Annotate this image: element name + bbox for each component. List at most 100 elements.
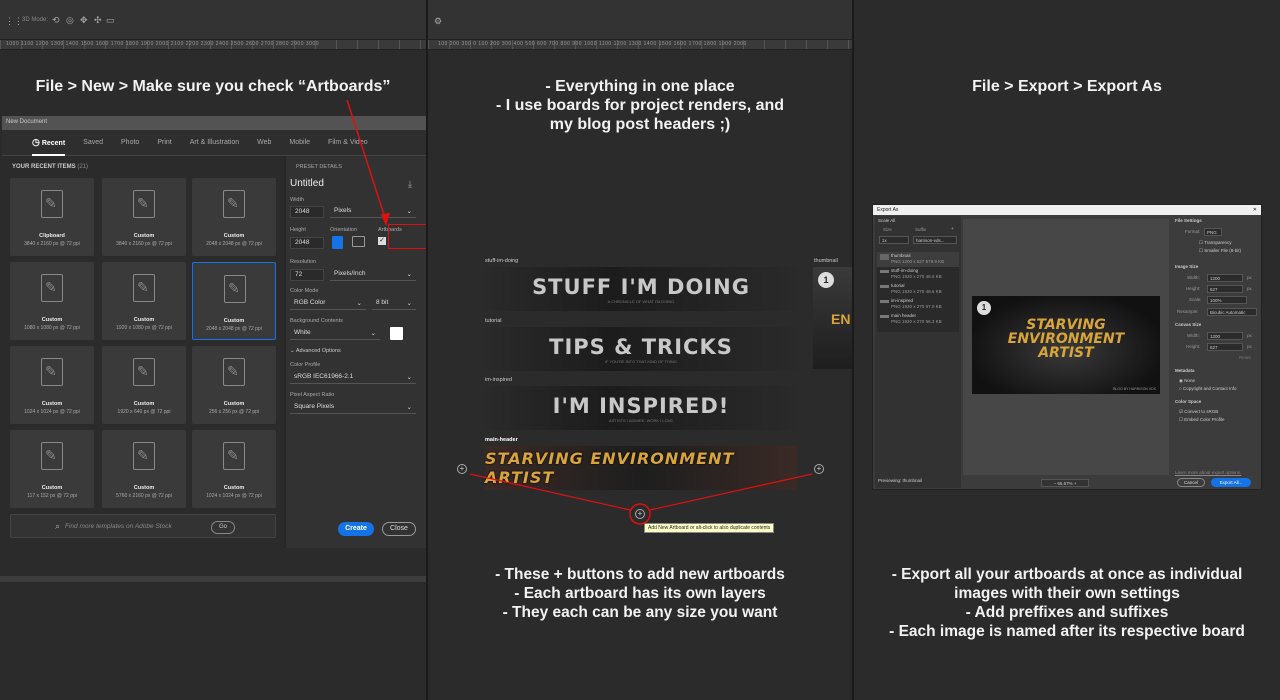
image-height-field[interactable]: 627 xyxy=(1207,285,1243,293)
close-button[interactable]: Close xyxy=(382,522,416,536)
chevron-down-icon: ⌄ xyxy=(406,374,412,381)
card-title: Custom xyxy=(133,317,155,323)
suffix-column-label: Suffix xyxy=(915,227,927,232)
document-icon xyxy=(223,442,245,470)
background-label: Background Contents xyxy=(290,318,343,324)
bit-depth-select[interactable]: 8 bit ⌄ xyxy=(372,298,416,310)
recent-item-card[interactable]: Custom 117 x 152 px @ 72 ppi xyxy=(10,430,94,508)
bottom-caption-artboards: - These + buttons to add new artboards -… xyxy=(428,565,852,622)
recent-item-card[interactable]: Custom 5760 x 2160 px @ 72 ppi xyxy=(102,430,186,508)
card-title: Custom xyxy=(223,485,245,491)
artboard-preview-icon xyxy=(880,270,889,273)
item-name[interactable]: im-inspired xyxy=(891,298,913,303)
document-icon xyxy=(224,275,246,303)
recent-item-card[interactable]: Custom 1024 x 1024 px @ 72 ppi xyxy=(10,346,94,424)
card-size: 1024 x 1024 px @ 72 ppi xyxy=(206,493,262,499)
artboard-list-pane: Scale All Size Suffix + 1x harrison-vds.… xyxy=(875,216,961,488)
color-space-heading: Color Space xyxy=(1175,399,1202,404)
scale-select[interactable]: 1x xyxy=(879,236,909,244)
recent-item-card[interactable]: Custom 1920 x 1080 px @ 72 ppi xyxy=(102,262,186,340)
item-name[interactable]: tutorial xyxy=(891,283,905,288)
scale-percent-select[interactable]: 100% xyxy=(1207,296,1247,304)
resolution-field[interactable]: 72 xyxy=(290,269,324,281)
caption-export: File > Export > Export As xyxy=(972,78,1162,95)
card-title: Custom xyxy=(133,401,155,407)
zoom-control[interactable]: − 66.67% + xyxy=(1041,479,1089,487)
card-size: 5760 x 2160 px @ 72 ppi xyxy=(116,493,172,499)
embed-profile-checkbox[interactable]: ☐ Embed Color Profile xyxy=(1179,417,1225,423)
card-size: 2048 x 2048 px @ 72 ppi xyxy=(206,326,262,332)
item-details: PNG 1920 x 270 56.3 KB xyxy=(891,319,942,324)
document-icon xyxy=(133,274,155,302)
color-profile-select[interactable]: sRGB IEC61966-2.1 ⌄ xyxy=(290,372,416,384)
preview-credit: BLOG BY HARRISON VDS xyxy=(1113,387,1156,391)
metadata-none-radio[interactable]: ◉ None xyxy=(1179,378,1195,384)
artboard-preview-icon xyxy=(880,285,889,288)
preview-image: 1 STARVING ENVIRONMENT ARTIST BLOG BY HA… xyxy=(972,296,1160,394)
convert-srgb-checkbox[interactable]: ☑ Convert to sRGB xyxy=(1179,409,1218,415)
item-details: PNG 1920 x 270 46.6 KB xyxy=(891,274,942,279)
document-icon xyxy=(41,274,63,302)
scale-label: Scale: xyxy=(1189,297,1202,302)
suffix-field[interactable]: harrison-vds... xyxy=(913,236,957,244)
item-name[interactable]: main header xyxy=(891,313,916,318)
metadata-copyright-radio[interactable]: ○ Copyright and Contact Info xyxy=(1179,386,1237,391)
recent-item-card[interactable]: Custom 256 x 256 px @ 72 ppi xyxy=(192,346,276,424)
recent-item-card[interactable]: Custom 1080 x 1080 px @ 72 ppi xyxy=(10,262,94,340)
reset-button[interactable]: Reset xyxy=(1239,355,1251,360)
item-name[interactable]: stuff-im-doing xyxy=(891,268,918,273)
color-profile-label: Color Profile xyxy=(290,362,321,368)
card-size: 256 x 256 px @ 72 ppi xyxy=(208,409,260,415)
caption-line: - Export all your artboards at once as i… xyxy=(891,566,1243,583)
export-all-button[interactable]: Export All... xyxy=(1211,478,1251,487)
create-button[interactable]: Create xyxy=(338,522,374,536)
recent-item-card[interactable]: Custom 1920 x 640 px @ 72 ppi xyxy=(102,346,186,424)
resolution-unit-select[interactable]: Pixels/Inch ⌄ xyxy=(330,269,416,281)
go-button[interactable]: Go xyxy=(211,521,235,534)
bottom-scrollbar[interactable] xyxy=(0,576,426,582)
preview-canvas: 1 STARVING ENVIRONMENT ARTIST BLOG BY HA… xyxy=(963,219,1169,475)
smaller-file-checkbox[interactable]: ☐ Smaller File (8-bit) xyxy=(1199,248,1241,254)
card-size: 1920 x 640 px @ 72 ppi xyxy=(117,409,171,415)
transparency-checkbox[interactable]: ☐ Transparency xyxy=(1199,240,1232,246)
unit-label: px xyxy=(1247,275,1252,280)
height-label: Height: xyxy=(1186,344,1201,349)
format-label: Format: xyxy=(1185,229,1201,234)
canvas-width-field[interactable]: 1200 xyxy=(1207,332,1243,340)
chevron-down-icon: ⌄ xyxy=(356,300,362,307)
item-details: PNG 1920 x 270 57.0 KB xyxy=(891,304,942,309)
add-scale-icon[interactable]: + xyxy=(951,226,954,231)
artboard-items-list: thumbnail PNG 1200 x 627 579.9 KB stuff-… xyxy=(877,252,959,332)
advanced-options-toggle[interactable]: ⌄ Advanced Options xyxy=(290,348,341,354)
canvas-size-heading: Canvas Size xyxy=(1175,322,1202,327)
card-title: Custom xyxy=(133,485,155,491)
bottom-caption-export: - Export all your artboards at once as i… xyxy=(854,565,1280,641)
item-details: PNG 1200 x 627 579.9 KB xyxy=(891,259,945,264)
canvas-height-field[interactable]: 627 xyxy=(1207,343,1243,351)
color-mode-label: Color Mode xyxy=(290,288,319,294)
unit-label: px xyxy=(1247,286,1252,291)
card-title: Custom xyxy=(223,318,245,324)
background-select[interactable]: White ⌄ xyxy=(290,328,380,340)
pixel-aspect-select[interactable]: Square Pixels ⌄ xyxy=(290,402,416,414)
learn-more-link[interactable]: Learn more about export options. xyxy=(1175,470,1241,475)
color-mode-select[interactable]: RGB Color ⌄ xyxy=(290,298,366,310)
caption-line: - Each image is named after its respecti… xyxy=(889,623,1245,640)
resample-select[interactable]: Bicubic Automatic xyxy=(1207,308,1257,316)
card-size: 1024 x 1024 px @ 72 ppi xyxy=(24,409,80,415)
format-select[interactable]: PNG xyxy=(1204,228,1222,236)
chevron-down-icon: ⌄ xyxy=(370,330,376,337)
close-icon[interactable]: ✕ xyxy=(1253,207,1257,213)
chevron-down-icon: ⌄ xyxy=(406,404,412,411)
background-color-swatch[interactable] xyxy=(390,327,403,340)
unit-label: px xyxy=(1247,344,1252,349)
caption-line: images with their own settings xyxy=(954,585,1180,602)
panel-new-document: ⋮⋮ 3D Mode: ⟲ ◎ ✥ ✣ ▭ 1000 1100 1200 130… xyxy=(0,0,426,700)
search-icon: ⌕ xyxy=(55,521,61,531)
cancel-button[interactable]: Cancel xyxy=(1177,478,1205,487)
pixel-aspect-label: Pixel Aspect Ratio xyxy=(290,392,335,398)
stock-search-input[interactable]: ⌕ Find more templates on Adobe Stock Go xyxy=(10,514,276,538)
recent-item-card[interactable]: Custom 1024 x 1024 px @ 72 ppi xyxy=(192,430,276,508)
image-width-field[interactable]: 1200 xyxy=(1207,274,1243,282)
recent-item-card-selected[interactable]: Custom 2048 x 2048 px @ 72 ppi xyxy=(192,262,276,340)
